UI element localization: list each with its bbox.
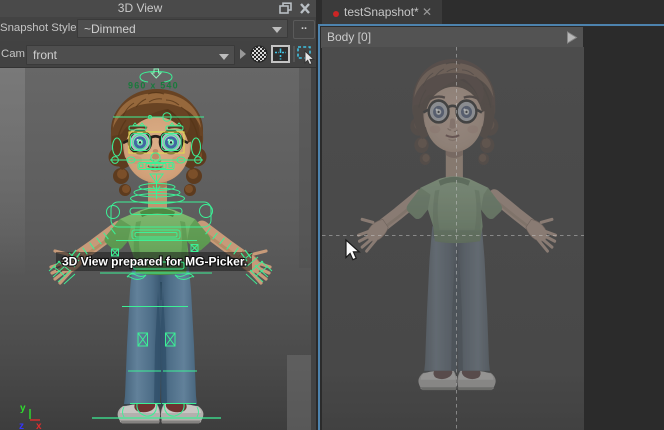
svg-text:960 x 540: 960 x 540 [128,81,179,91]
svg-text:x: x [36,421,42,430]
svg-text:z: z [19,421,24,430]
svg-text:y: y [20,403,26,414]
svg-text:3D View prepared for MG-Picker: 3D View prepared for MG-Picker. [62,255,247,269]
